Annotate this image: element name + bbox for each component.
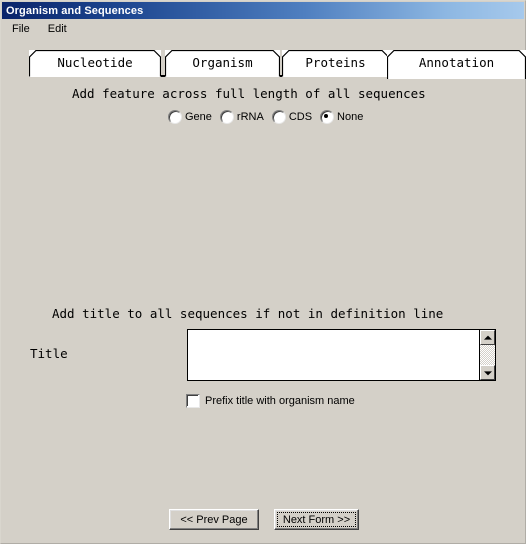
title-textarea-wrapper xyxy=(187,329,496,381)
tab-proteins-label: Proteins xyxy=(305,55,366,70)
title-scrollbar[interactable] xyxy=(479,330,495,380)
radio-cds-icon[interactable] xyxy=(271,110,286,124)
scrollbar-track[interactable] xyxy=(480,345,495,365)
prefix-title-checkbox-label: Prefix title with organism name xyxy=(205,395,355,407)
next-form-button[interactable]: Next Form >> xyxy=(274,509,359,530)
triangle-up-icon xyxy=(483,335,492,340)
scroll-down-button[interactable] xyxy=(480,365,495,380)
triangle-down-icon xyxy=(483,370,492,375)
feature-section-heading: Add feature across full length of all se… xyxy=(72,86,426,101)
radio-gene-icon[interactable] xyxy=(168,110,182,124)
prev-page-button-label: << Prev Page xyxy=(180,513,248,526)
radio-option-none[interactable]: None xyxy=(320,110,363,124)
tab-annotation-label: Annotation xyxy=(418,55,495,70)
menu-item-file[interactable]: File xyxy=(7,22,37,36)
radio-none-icon[interactable] xyxy=(320,110,335,124)
radio-rrna-icon[interactable] xyxy=(219,110,234,124)
scroll-up-button[interactable] xyxy=(480,330,495,345)
radio-rrna-label: rRNA xyxy=(236,111,264,123)
title-input[interactable] xyxy=(188,330,479,380)
tab-content-annotation: Add feature across full length of all se… xyxy=(2,77,524,543)
radio-none-label: None xyxy=(337,111,364,123)
tab-organism-label: Organism xyxy=(192,55,253,70)
application-window: Organism and Sequences File Edit Nucleot… xyxy=(0,0,526,544)
tab-annotation[interactable]: Annotation xyxy=(387,50,526,79)
title-bar: Organism and Sequences xyxy=(2,2,524,19)
tab-nucleotide-label: Nucleotide xyxy=(57,55,133,70)
tab-strip: Nucleotide Organism Proteins Annotation xyxy=(29,48,526,79)
title-section-heading: Add title to all sequences if not in def… xyxy=(52,306,444,321)
tab-nucleotide[interactable]: Nucleotide xyxy=(29,50,161,77)
tab-proteins[interactable]: Proteins xyxy=(282,50,389,77)
menu-bar: File Edit xyxy=(2,20,524,37)
feature-radio-group: Gene rRNA CDS None xyxy=(168,110,363,124)
radio-option-gene[interactable]: Gene xyxy=(168,110,212,124)
prefix-title-checkbox-row[interactable]: Prefix title with organism name xyxy=(186,394,355,408)
prefix-title-checkbox-icon[interactable] xyxy=(186,394,200,408)
radio-cds-label: CDS xyxy=(288,111,313,123)
prev-page-button[interactable]: << Prev Page xyxy=(169,509,259,530)
radio-gene-label: Gene xyxy=(185,111,212,123)
window-title: Organism and Sequences xyxy=(6,4,144,17)
tab-organism[interactable]: Organism xyxy=(165,50,280,77)
radio-option-rrna[interactable]: rRNA xyxy=(219,110,264,124)
menu-item-edit[interactable]: Edit xyxy=(43,22,74,36)
next-form-button-label: Next Form >> xyxy=(282,513,351,526)
title-field-label: Title xyxy=(30,346,68,361)
radio-option-cds[interactable]: CDS xyxy=(271,110,313,124)
